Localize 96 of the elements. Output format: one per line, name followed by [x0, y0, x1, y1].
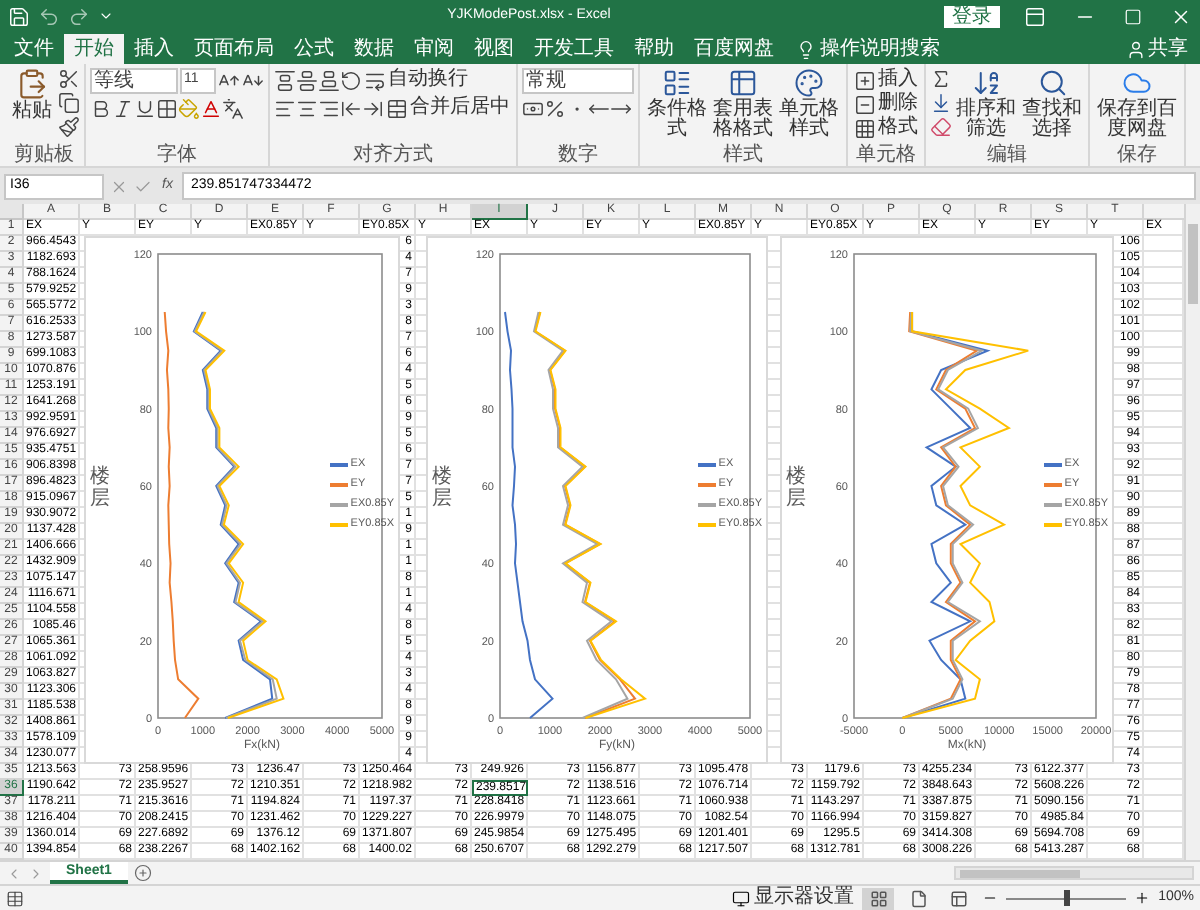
insert-icon — [854, 69, 876, 91]
cells-button[interactable]: 插入 — [852, 68, 920, 92]
ribbon-tab[interactable]: 数据 — [344, 34, 404, 64]
group-label: 编辑 — [985, 144, 1029, 166]
ribbon-tab[interactable]: 开发工具 — [524, 34, 624, 64]
ribbon-tab[interactable]: 页面布局 — [184, 34, 284, 64]
tell-me-search[interactable]: 操作说明搜索 — [784, 34, 952, 64]
ribbon-tab[interactable]: 视图 — [464, 34, 524, 64]
ribbon-tab[interactable]: 插入 — [124, 34, 184, 64]
sort-filter-icon — [971, 68, 1001, 98]
italic-icon[interactable] — [112, 98, 134, 120]
ribbon-tab[interactable]: 帮助 — [624, 34, 684, 64]
phonetic-icon[interactable] — [222, 98, 244, 120]
fill-color-icon[interactable] — [178, 98, 200, 120]
align-top-icon[interactable] — [274, 69, 296, 91]
borders-icon[interactable] — [156, 98, 178, 120]
wrap-text-icon — [364, 69, 386, 91]
ribbon-tab[interactable]: 百度网盘 — [684, 34, 784, 64]
ribbon-tab[interactable]: 公式 — [284, 34, 344, 64]
group-label: 保存 — [1115, 144, 1159, 166]
add-sheet-icon[interactable] — [133, 864, 152, 882]
search-icon — [1037, 68, 1067, 98]
horizontal-scrollbar[interactable] — [954, 866, 1194, 880]
display-settings-button[interactable]: 显示器设置 — [732, 888, 855, 908]
macro-record-icon[interactable] — [6, 889, 24, 907]
align-bottom-icon[interactable] — [318, 69, 340, 91]
group-label: 对齐方式 — [351, 144, 435, 166]
decrease-indent-icon[interactable] — [340, 97, 362, 119]
sign-in-button[interactable]: 登录 — [944, 5, 1000, 27]
view-button[interactable] — [862, 887, 895, 909]
delete-icon — [854, 93, 876, 115]
customize-icon[interactable] — [98, 8, 114, 24]
style-button[interactable]: 套用表格格式 — [710, 68, 776, 140]
group-label: 单元格 — [854, 144, 918, 166]
copy-icon[interactable] — [58, 92, 80, 114]
save-cloud-button[interactable]: 保存到百度网盘 — [1094, 68, 1180, 140]
align-left-icon[interactable] — [274, 97, 296, 119]
fill-icon[interactable] — [930, 92, 952, 114]
ribbon-tab[interactable]: 开始 — [64, 34, 124, 64]
format-icon — [854, 117, 876, 139]
cut-icon[interactable] — [58, 68, 80, 90]
orientation-icon[interactable] — [340, 69, 362, 91]
group-label: 字体 — [155, 144, 199, 166]
underline-icon[interactable] — [134, 98, 156, 120]
axis-title: 楼层 — [785, 466, 806, 510]
align-right-icon[interactable] — [318, 97, 340, 119]
save-icon[interactable] — [8, 5, 30, 27]
share-button[interactable]: 共享 — [1118, 34, 1196, 64]
style-button[interactable]: 单元格样式 — [776, 68, 842, 140]
group-label: 数字 — [556, 144, 600, 166]
ribbon-options-icon[interactable] — [1024, 5, 1046, 27]
zoom-in-icon[interactable] — [1134, 890, 1151, 906]
bold-icon[interactable] — [90, 98, 112, 120]
previous-sheet-icon[interactable] — [6, 865, 22, 881]
merge-icon — [386, 97, 408, 119]
editing-button[interactable]: 排序和筛选 — [954, 68, 1018, 140]
format-painter-icon[interactable] — [58, 116, 80, 138]
table-icon — [728, 68, 758, 98]
ribbon-tab[interactable]: 审阅 — [404, 34, 464, 64]
eraser-icon[interactable] — [930, 116, 952, 138]
group-label: 剪贴板 — [12, 144, 76, 166]
cells-button[interactable]: 格式 — [852, 116, 920, 140]
next-sheet-icon[interactable] — [28, 865, 44, 881]
editing-button[interactable]: 查找和选择 — [1020, 68, 1084, 140]
cells-button[interactable]: 删除 — [852, 92, 920, 116]
slider-thumb[interactable] — [1063, 890, 1070, 906]
font-color-icon[interactable] — [200, 98, 222, 120]
style-button[interactable]: 条件格式 — [644, 68, 710, 140]
merge-center-button[interactable]: 合并后居中 — [384, 96, 512, 120]
group-label: 样式 — [721, 144, 765, 166]
increase-indent-icon[interactable] — [362, 97, 384, 119]
palette-icon — [794, 68, 824, 98]
axis-title: 楼层 — [431, 466, 452, 510]
axis-title: 楼层 — [89, 466, 110, 510]
undo-icon[interactable] — [38, 5, 60, 27]
currency-icon[interactable] — [522, 98, 544, 120]
monitor-icon — [732, 889, 751, 907]
number-format-field[interactable]: 常规 — [522, 68, 634, 94]
zoom-slider[interactable] — [1006, 890, 1127, 906]
cloud-icon — [1122, 68, 1152, 98]
close-icon[interactable] — [1170, 5, 1192, 27]
lightbulb-icon — [796, 39, 816, 59]
vertical-scrollbar[interactable] — [1184, 204, 1200, 860]
wrap-text-button[interactable]: 自动换行 — [362, 68, 470, 92]
align-center-icon[interactable] — [296, 97, 318, 119]
conditional-format-icon — [662, 68, 692, 98]
percent-icon[interactable] — [544, 98, 566, 120]
person-icon — [1126, 39, 1146, 59]
paste-button[interactable]: 粘贴 — [8, 68, 56, 138]
paste-icon[interactable] — [16, 68, 48, 100]
sum-icon[interactable] — [930, 68, 952, 90]
align-middle-icon[interactable] — [296, 69, 318, 91]
redo-icon[interactable] — [68, 5, 90, 27]
font-name-field[interactable]: 等线 — [90, 68, 178, 94]
maximize-icon[interactable] — [1124, 7, 1142, 25]
ribbon-tab[interactable]: 文件 — [4, 34, 64, 64]
